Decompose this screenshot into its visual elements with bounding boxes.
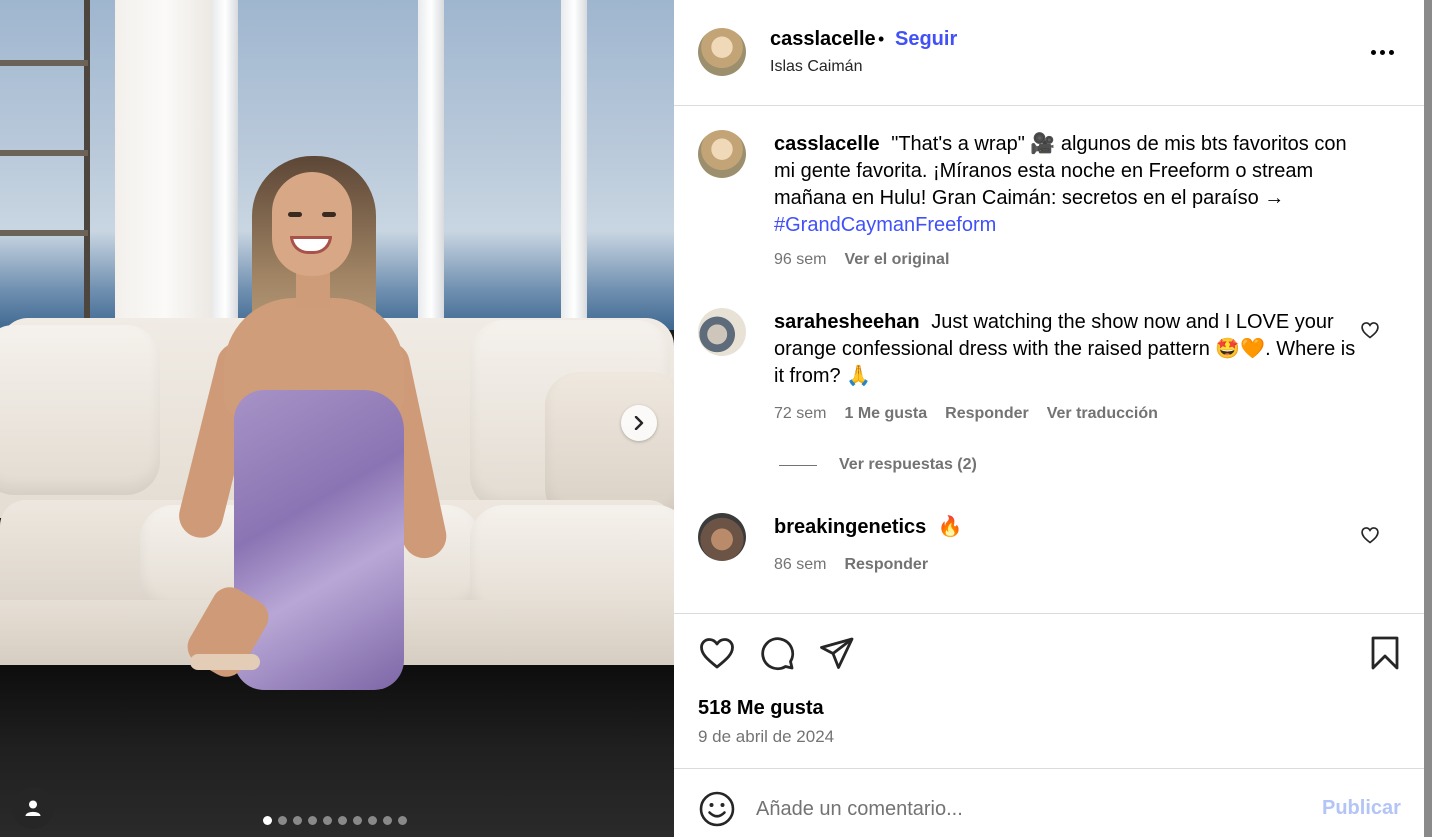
next-slide-button[interactable]	[621, 405, 657, 441]
composer-divider	[674, 768, 1424, 769]
post-details-panel: casslacelle • Seguir Islas Caimán cassla…	[674, 0, 1424, 837]
post-photo	[0, 0, 674, 837]
comment-text-block: breakingenetics 🔥	[774, 514, 1369, 541]
carousel-dot	[293, 816, 302, 825]
replies-line	[779, 464, 817, 466]
carousel-dot	[278, 816, 287, 825]
carousel-dot	[368, 816, 377, 825]
follow-button[interactable]: Seguir	[895, 28, 957, 51]
caption-avatar[interactable]	[698, 130, 746, 178]
tagged-users-button[interactable]	[12, 787, 54, 829]
carousel-indicator	[263, 816, 407, 825]
see-original-link[interactable]: Ver el original	[844, 251, 949, 269]
carousel-dot	[398, 816, 407, 825]
comment-likes-count[interactable]: 1 Me gusta	[844, 405, 927, 423]
header-bullet: •	[878, 29, 885, 49]
comment-text: 🔥	[937, 516, 963, 538]
commenter-avatar[interactable]	[698, 513, 746, 561]
post-likes-count[interactable]: 518 Me gusta	[698, 697, 824, 720]
actions-divider	[674, 613, 1424, 614]
save-bookmark-icon[interactable]	[1366, 634, 1404, 672]
commenter-avatar[interactable]	[698, 308, 746, 356]
publish-button[interactable]: Publicar	[1322, 797, 1401, 820]
carousel-dot	[308, 816, 317, 825]
instagram-post-modal: casslacelle • Seguir Islas Caimán cassla…	[0, 0, 1432, 837]
comment-time[interactable]: 72 sem	[774, 405, 826, 423]
author-username[interactable]: casslacelle	[770, 28, 876, 51]
more-options-icon[interactable]	[1368, 40, 1396, 64]
carousel-dot	[263, 816, 272, 825]
translate-button[interactable]: Ver traducción	[1047, 405, 1158, 423]
caption-hashtag[interactable]: #GrandCaymanFreeform	[774, 214, 996, 236]
author-avatar[interactable]	[698, 28, 746, 76]
post-location[interactable]: Islas Caimán	[770, 58, 862, 76]
person-figure	[170, 150, 451, 690]
comment-text-block: sarahesheehan Just watching the show now…	[774, 309, 1369, 390]
carousel-dot	[353, 816, 362, 825]
comment-username[interactable]: breakingenetics	[774, 516, 926, 538]
caption-text-block: casslacelle "That's a wrap" 🎥 algunos de…	[774, 131, 1369, 239]
view-replies-button[interactable]: Ver respuestas (2)	[779, 456, 977, 474]
share-paper-plane-icon[interactable]	[818, 634, 856, 672]
post-date[interactable]: 9 de abril de 2024	[698, 727, 834, 747]
carousel-dot	[383, 816, 392, 825]
comment-username[interactable]: sarahesheehan	[774, 311, 920, 333]
comment-meta: 72 sem 1 Me gusta Responder Ver traducci…	[774, 405, 1158, 423]
reply-button[interactable]: Responder	[844, 556, 928, 574]
caption-time[interactable]: 96 sem	[774, 251, 826, 269]
post-media[interactable]	[0, 0, 674, 837]
chevron-right-icon	[634, 416, 644, 430]
user-icon	[25, 800, 41, 816]
header-divider	[674, 105, 1424, 106]
carousel-dot	[338, 816, 347, 825]
comment-bubble-icon[interactable]	[758, 634, 796, 672]
comment-time[interactable]: 86 sem	[774, 556, 826, 574]
view-replies-label: Ver respuestas (2)	[839, 456, 977, 473]
emoji-smiley-icon[interactable]	[698, 790, 736, 828]
caption-username[interactable]: casslacelle	[774, 133, 880, 155]
reply-button[interactable]: Responder	[945, 405, 1029, 423]
comment-meta: 86 sem Responder	[774, 556, 928, 574]
like-heart-icon[interactable]	[698, 634, 736, 672]
carousel-dot	[323, 816, 332, 825]
add-comment-input[interactable]	[756, 792, 1296, 826]
comment-like-heart-icon[interactable]	[1360, 525, 1380, 545]
caption-meta: 96 sem Ver el original	[774, 251, 949, 269]
scrollbar-edge	[1424, 0, 1432, 837]
comment-like-heart-icon[interactable]	[1360, 320, 1380, 340]
